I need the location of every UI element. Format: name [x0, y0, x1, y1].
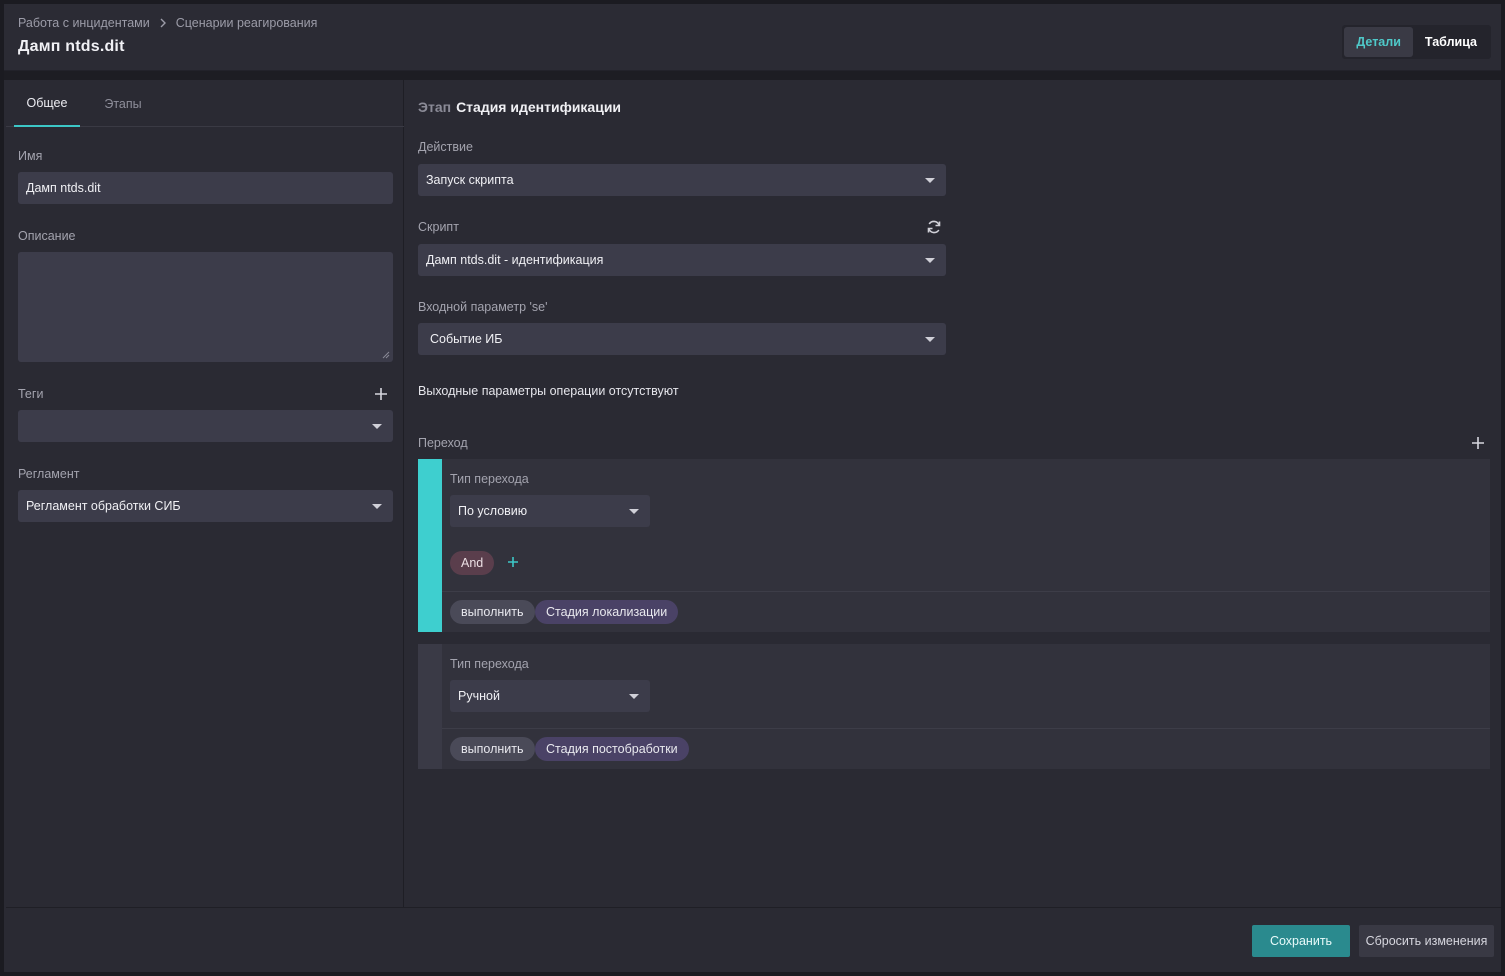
tab-general[interactable]: Общее: [14, 80, 80, 127]
tab-stages[interactable]: Этапы: [94, 80, 152, 127]
target-stage-chip[interactable]: Стадия постобработки: [535, 737, 689, 761]
description-textarea[interactable]: [18, 252, 393, 362]
left-panel: Общее Этапы Имя Дамп ntds.dit Описание Т…: [6, 80, 404, 907]
chevron-down-icon: [629, 694, 639, 699]
transition-type-value: По условию: [458, 504, 528, 518]
transition-indicator-bar: [418, 644, 442, 769]
execute-chip[interactable]: выполнить: [450, 737, 535, 761]
breadcrumb: Работа с инцидентами Сценарии реагирован…: [18, 16, 317, 30]
input-param-value: Событие ИБ: [430, 332, 503, 346]
transition-label: Переход: [418, 436, 468, 450]
chevron-down-icon: [629, 509, 639, 514]
stage-name: Стадия идентификации: [456, 99, 622, 115]
execute-chip[interactable]: выполнить: [450, 600, 535, 624]
reset-changes-button[interactable]: Сбросить изменения: [1359, 925, 1494, 957]
regulation-label: Регламент: [18, 467, 80, 481]
left-tabs: Общее Этапы: [6, 80, 404, 127]
condition-operator-chip[interactable]: And: [450, 551, 495, 575]
transition-type-value: Ручной: [458, 689, 500, 703]
script-label: Скрипт: [418, 220, 459, 234]
table-view-button[interactable]: Таблица: [1413, 27, 1489, 57]
transition-card-1: Тип перехода По условию And выполнить Ст…: [418, 459, 1490, 632]
transition-type-label: Тип перехода: [450, 657, 529, 671]
description-label: Описание: [18, 229, 76, 243]
page-header: Работа с инцидентами Сценарии реагирован…: [4, 4, 1501, 71]
transition-type-label: Тип перехода: [450, 472, 529, 486]
breadcrumb-item-incidents[interactable]: Работа с инцидентами: [18, 16, 150, 30]
no-output-params-text: Выходные параметры операции отсутствуют: [418, 384, 679, 398]
action-value: Запуск скрипта: [426, 173, 514, 187]
transition-card-2: Тип перехода Ручной выполнить Стадия пос…: [418, 644, 1490, 769]
script-value: Дамп ntds.dit - идентификация: [426, 253, 604, 267]
add-transition-plus-icon[interactable]: [1471, 436, 1485, 450]
footer-bar: Сохранить Сбросить изменения: [6, 907, 1501, 972]
script-select[interactable]: Дамп ntds.dit - идентификация: [418, 244, 946, 276]
tags-select[interactable]: [18, 410, 393, 442]
details-view-button[interactable]: Детали: [1344, 27, 1413, 57]
chevron-down-icon: [372, 504, 382, 509]
card-divider: [442, 728, 1490, 729]
action-label: Действие: [418, 140, 473, 154]
chevron-down-icon: [925, 337, 935, 342]
input-param-label: Входной параметр 'se': [418, 300, 548, 314]
stage-prefix: Этап: [418, 99, 452, 115]
transition-type-select[interactable]: По условию: [450, 495, 650, 527]
refresh-icon[interactable]: [926, 219, 942, 235]
tags-label: Теги: [18, 387, 44, 401]
right-panel: Этап Стадия идентификации Действие Запуск…: [405, 80, 1501, 907]
transition-indicator-bar: [418, 459, 442, 632]
input-param-select[interactable]: Событие ИБ: [418, 323, 946, 355]
card-divider: [442, 591, 1490, 592]
chevron-right-icon: [158, 18, 168, 28]
action-select[interactable]: Запуск скрипта: [418, 164, 946, 196]
regulation-value: Регламент обработки СИБ: [26, 499, 181, 513]
chevron-down-icon: [925, 258, 935, 263]
resize-grip-icon[interactable]: [382, 351, 390, 359]
name-label: Имя: [18, 149, 43, 163]
add-tag-plus-icon[interactable]: [374, 387, 388, 401]
header-divider: [4, 71, 1501, 80]
stage-title: Этап Стадия идентификации: [418, 99, 621, 115]
chevron-down-icon: [925, 178, 935, 183]
regulation-select[interactable]: Регламент обработки СИБ: [18, 490, 393, 522]
page-title: Дамп ntds.dit: [18, 38, 125, 55]
chevron-down-icon: [372, 424, 382, 429]
save-button[interactable]: Сохранить: [1252, 925, 1350, 957]
add-condition-plus-icon[interactable]: [507, 556, 519, 568]
name-input[interactable]: Дамп ntds.dit: [18, 172, 393, 204]
view-toggle: Детали Таблица: [1342, 25, 1491, 59]
target-stage-chip[interactable]: Стадия локализации: [535, 600, 679, 624]
breadcrumb-item-scenarios[interactable]: Сценарии реагирования: [176, 16, 318, 30]
app-frame: Работа с инцидентами Сценарии реагирован…: [4, 4, 1501, 972]
transition-type-select[interactable]: Ручной: [450, 680, 650, 712]
